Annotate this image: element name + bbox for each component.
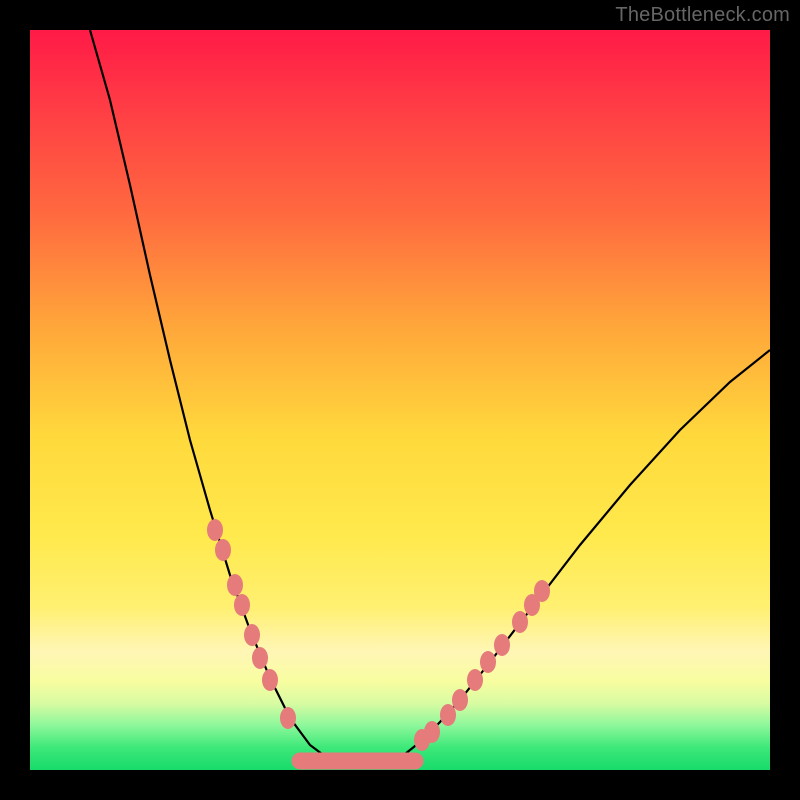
marker-dot [244,624,260,646]
plot-area [30,30,770,770]
marker-dot [467,669,483,691]
marker-dot [494,634,510,656]
watermark-text: TheBottleneck.com [615,4,790,27]
marker-dot [262,669,278,691]
chart-overlay [30,30,770,770]
marker-dot [534,580,550,602]
chart-stage: TheBottleneck.com [0,0,800,800]
marker-dot [215,539,231,561]
bottleneck-curve [90,30,770,768]
marker-dot [234,594,250,616]
marker-dot [424,721,440,743]
marker-dot [207,519,223,541]
marker-dot [452,689,468,711]
marker-dot [512,611,528,633]
marker-dot [440,704,456,726]
marker-dot [480,651,496,673]
marker-dot [252,647,268,669]
marker-cluster-right [414,580,550,751]
marker-dot [227,574,243,596]
marker-dot [280,707,296,729]
marker-cluster-left [207,519,296,729]
